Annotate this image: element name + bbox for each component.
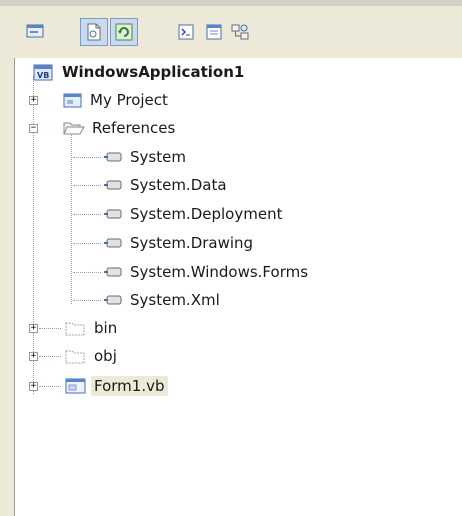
properties-button[interactable]: [22, 18, 50, 46]
references-label: References: [92, 119, 176, 137]
tree-node-my-project[interactable]: My Project: [63, 88, 171, 112]
expand-obj-button[interactable]: +: [29, 352, 38, 361]
assembly-reference-icon: [104, 267, 122, 277]
tree-node-bin[interactable]: bin: [65, 316, 120, 340]
tree-node-references[interactable]: References: [63, 116, 178, 140]
vb-project-icon: VB: [33, 64, 53, 81]
tree-connector: [73, 300, 101, 301]
show-all-files-icon: [87, 23, 101, 41]
tree-connector: [73, 185, 101, 186]
view-designer-button[interactable]: [200, 18, 228, 46]
tree-connector: [39, 386, 61, 387]
solution-explorer-panel: VB WindowsApplication1 + My Project − Re…: [0, 0, 462, 516]
obj-label: obj: [94, 347, 117, 365]
refresh-icon: [115, 23, 133, 41]
hidden-folder-icon: [65, 350, 85, 364]
view-code-button[interactable]: [172, 18, 200, 46]
class-diagram-icon: [231, 24, 249, 40]
bin-label: bin: [94, 319, 118, 337]
tree-node-form1[interactable]: Form1.vb: [65, 374, 168, 398]
solution-explorer-toolbar: [0, 6, 462, 58]
reference-label: System.Xml: [130, 291, 220, 309]
properties-icon: [26, 24, 44, 38]
reference-label: System.Data: [130, 176, 227, 194]
view-designer-icon: [206, 24, 222, 40]
project-label: WindowsApplication1: [62, 63, 245, 81]
tree-connector-references: [71, 130, 72, 304]
reference-item[interactable]: System.Xml: [103, 288, 223, 312]
reference-item[interactable]: System.Drawing: [103, 231, 256, 255]
expand-my-project-button[interactable]: +: [29, 96, 38, 105]
reference-label: System.Windows.Forms: [130, 263, 309, 281]
reference-item[interactable]: System: [103, 145, 189, 169]
tree-node-obj[interactable]: obj: [65, 344, 120, 368]
form1-label: Form1.vb: [91, 376, 168, 396]
open-folder-icon: [63, 122, 85, 135]
refresh-button[interactable]: [110, 18, 138, 46]
tree-connector: [39, 328, 61, 329]
view-code-icon: [178, 24, 194, 40]
reference-item[interactable]: System.Deployment: [103, 202, 285, 226]
hidden-folder-icon: [65, 322, 85, 336]
expand-form1-button[interactable]: +: [29, 382, 38, 391]
collapse-references-button[interactable]: −: [29, 124, 38, 133]
tree-connector: [73, 157, 101, 158]
svg-text:VB: VB: [37, 71, 49, 80]
reference-label: System.Drawing: [130, 234, 254, 252]
solution-tree: VB WindowsApplication1 + My Project − Re…: [14, 58, 462, 516]
my-project-label: My Project: [90, 91, 168, 109]
tree-connector: [73, 243, 101, 244]
reference-label: System: [130, 148, 186, 166]
tree-connector: [73, 214, 101, 215]
reference-label: System.Deployment: [130, 205, 283, 223]
assembly-reference-icon: [104, 238, 122, 248]
reference-item[interactable]: System.Data: [103, 173, 230, 197]
assembly-reference-icon: [104, 209, 122, 219]
windows-form-icon: [65, 378, 86, 394]
tree-node-project[interactable]: VB WindowsApplication1: [33, 60, 247, 84]
tree-connector: [73, 272, 101, 273]
show-all-files-button[interactable]: [80, 18, 108, 46]
expand-bin-button[interactable]: +: [29, 324, 38, 333]
my-project-icon: [63, 93, 82, 108]
assembly-reference-icon: [104, 180, 122, 190]
reference-item[interactable]: System.Windows.Forms: [103, 260, 311, 284]
class-diagram-button[interactable]: [226, 18, 254, 46]
assembly-reference-icon: [104, 152, 122, 162]
assembly-reference-icon: [104, 295, 122, 305]
tree-connector: [39, 356, 61, 357]
